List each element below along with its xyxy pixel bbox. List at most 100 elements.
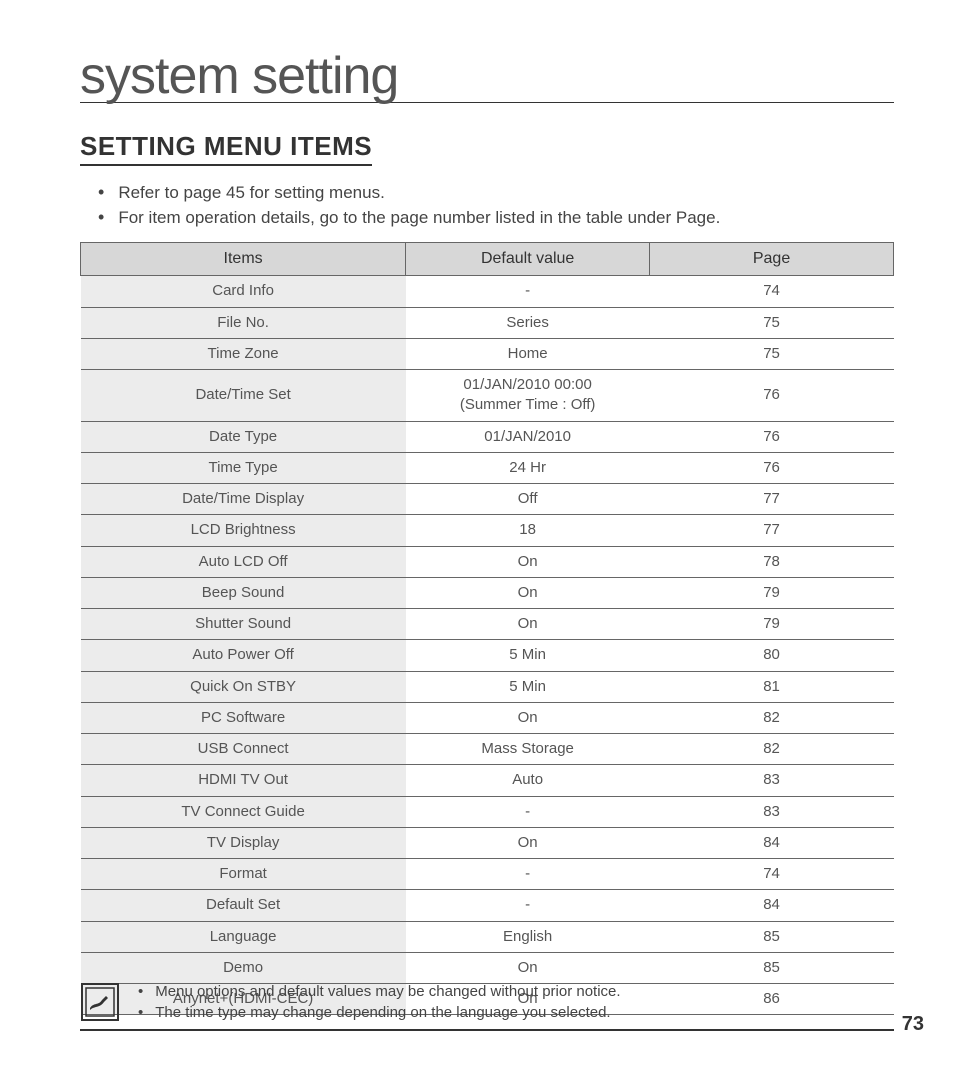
cell-item: HDMI TV Out [81, 765, 406, 796]
table-row: Card Info-74 [81, 276, 894, 307]
cell-default: On [406, 952, 650, 983]
cell-page: 82 [650, 734, 894, 765]
table-row: TV DisplayOn84 [81, 827, 894, 858]
header-items: Items [81, 243, 406, 276]
cell-default: - [406, 276, 650, 307]
cell-page: 81 [650, 671, 894, 702]
cell-default: 18 [406, 515, 650, 546]
cell-page: 77 [650, 515, 894, 546]
table-row: USB ConnectMass Storage82 [81, 734, 894, 765]
cell-default: On [406, 577, 650, 608]
cell-page: 75 [650, 338, 894, 369]
table-row: TV Connect Guide-83 [81, 796, 894, 827]
table-row: File No.Series75 [81, 307, 894, 338]
cell-item: LCD Brightness [81, 515, 406, 546]
cell-item: Time Zone [81, 338, 406, 369]
cell-page: 74 [650, 859, 894, 890]
settings-table: Items Default value Page Card Info-74Fil… [80, 242, 894, 1015]
table-row: Default Set-84 [81, 890, 894, 921]
cell-item: Date Type [81, 421, 406, 452]
cell-item: Shutter Sound [81, 609, 406, 640]
cell-item: Date/Time Set [81, 370, 406, 422]
table-row: Shutter SoundOn79 [81, 609, 894, 640]
cell-item: Card Info [81, 276, 406, 307]
cell-item: Beep Sound [81, 577, 406, 608]
table-row: LanguageEnglish85 [81, 921, 894, 952]
cell-page: 78 [650, 546, 894, 577]
table-row: Quick On STBY5 Min81 [81, 671, 894, 702]
cell-default: On [406, 827, 650, 858]
cell-page: 82 [650, 702, 894, 733]
cell-default: - [406, 890, 650, 921]
note-icon [80, 982, 120, 1022]
table-row: LCD Brightness1877 [81, 515, 894, 546]
header-page: Page [650, 243, 894, 276]
intro-list: Refer to page 45 for setting menus. For … [98, 180, 894, 230]
cell-item: USB Connect [81, 734, 406, 765]
cell-page: 74 [650, 276, 894, 307]
cell-default: - [406, 796, 650, 827]
cell-default: On [406, 546, 650, 577]
table-row: Time ZoneHome75 [81, 338, 894, 369]
cell-default: English [406, 921, 650, 952]
cell-item: Date/Time Display [81, 484, 406, 515]
cell-page: 80 [650, 640, 894, 671]
page-title: system setting [80, 50, 894, 103]
table-row: DemoOn85 [81, 952, 894, 983]
cell-item: Default Set [81, 890, 406, 921]
table-row: Beep SoundOn79 [81, 577, 894, 608]
cell-page: 83 [650, 765, 894, 796]
cell-item: Format [81, 859, 406, 890]
cell-default: 5 Min [406, 640, 650, 671]
table-header-row: Items Default value Page [81, 243, 894, 276]
cell-item: Demo [81, 952, 406, 983]
cell-default: Series [406, 307, 650, 338]
cell-item: Auto Power Off [81, 640, 406, 671]
table-row: Auto LCD OffOn78 [81, 546, 894, 577]
cell-page: 85 [650, 921, 894, 952]
cell-item: File No. [81, 307, 406, 338]
cell-item: Auto LCD Off [81, 546, 406, 577]
cell-page: 76 [650, 370, 894, 422]
intro-item: For item operation details, go to the pa… [98, 205, 894, 230]
cell-item: TV Display [81, 827, 406, 858]
table-row: Time Type24 Hr76 [81, 452, 894, 483]
footer-note: Menu options and default values may be c… [138, 981, 621, 1002]
cell-default: Off [406, 484, 650, 515]
cell-default: Auto [406, 765, 650, 796]
table-row: HDMI TV OutAuto83 [81, 765, 894, 796]
cell-item: Time Type [81, 452, 406, 483]
table-row: Date Type01/JAN/201076 [81, 421, 894, 452]
cell-item: Quick On STBY [81, 671, 406, 702]
cell-page: 83 [650, 796, 894, 827]
table-row: Date/Time DisplayOff77 [81, 484, 894, 515]
cell-item: PC Software [81, 702, 406, 733]
cell-default: 5 Min [406, 671, 650, 702]
section-title: SETTING MENU ITEMS [80, 131, 372, 166]
cell-default: On [406, 702, 650, 733]
cell-page: 76 [650, 421, 894, 452]
page-number: 73 [902, 1013, 924, 1036]
cell-page: 84 [650, 827, 894, 858]
cell-default: Mass Storage [406, 734, 650, 765]
cell-page: 79 [650, 577, 894, 608]
cell-page: 79 [650, 609, 894, 640]
footer-note: The time type may change depending on th… [138, 1002, 621, 1023]
cell-page: 76 [650, 452, 894, 483]
table-row: Date/Time Set01/JAN/2010 00:00(Summer Ti… [81, 370, 894, 422]
cell-default: 01/JAN/2010 [406, 421, 650, 452]
cell-page: 85 [650, 952, 894, 983]
table-row: Auto Power Off5 Min80 [81, 640, 894, 671]
header-default: Default value [406, 243, 650, 276]
table-row: Format-74 [81, 859, 894, 890]
cell-default: 01/JAN/2010 00:00(Summer Time : Off) [406, 370, 650, 422]
cell-page: 75 [650, 307, 894, 338]
table-row: PC SoftwareOn82 [81, 702, 894, 733]
cell-default: - [406, 859, 650, 890]
cell-item: TV Connect Guide [81, 796, 406, 827]
cell-page: 77 [650, 484, 894, 515]
cell-page: 84 [650, 890, 894, 921]
cell-default: 24 Hr [406, 452, 650, 483]
cell-default: Home [406, 338, 650, 369]
footer-block: Menu options and default values may be c… [80, 981, 894, 1031]
